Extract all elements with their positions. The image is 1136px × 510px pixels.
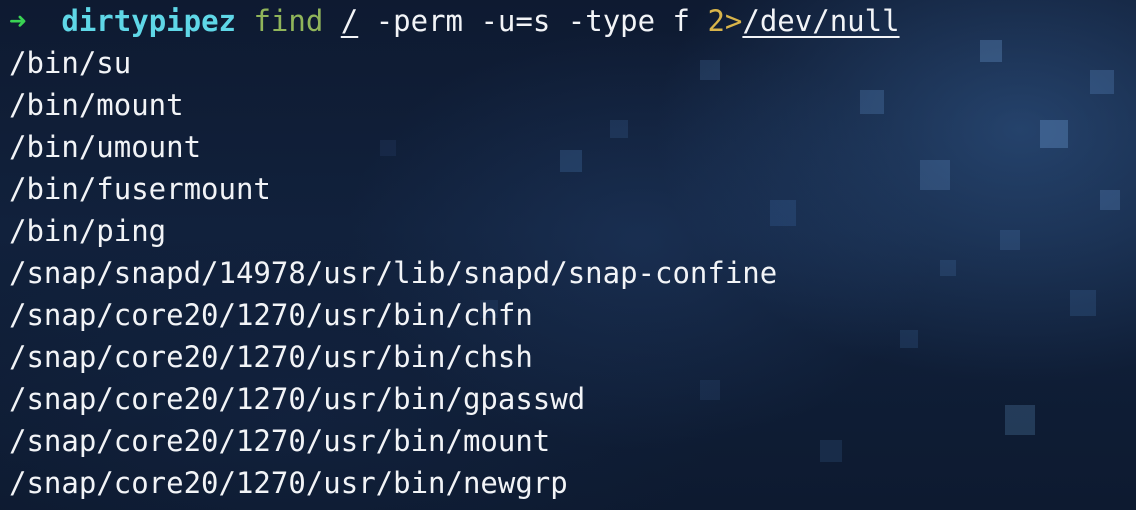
output-line: /snap/core20/1270/usr/bin/gpasswd: [9, 382, 586, 416]
command-path: /: [340, 4, 359, 38]
command-args: -perm -u=s -type f: [375, 4, 690, 38]
output-line: /bin/mount: [9, 88, 184, 122]
output-line: /bin/su: [9, 46, 132, 80]
output-line: /snap/snapd/14978/usr/lib/snapd/snap-con…: [9, 256, 778, 290]
output-line: /bin/fusermount: [9, 172, 271, 206]
terminal-content: ➜ dirtypipez find / -perm -u=s -type f 2…: [0, 0, 1136, 504]
output-line: /snap/core20/1270/usr/bin/newgrp: [9, 466, 568, 500]
output-line: /bin/umount: [9, 130, 202, 164]
output-line: /snap/core20/1270/usr/bin/chsh: [9, 340, 533, 374]
output-line: /snap/core20/1270/usr/bin/chfn: [9, 298, 533, 332]
command-redirect: 2>: [707, 4, 743, 38]
prompt-arrow-icon: ➜: [9, 4, 27, 38]
prompt-directory: dirtypipez: [61, 4, 236, 38]
command-redirect-target: /dev/null: [742, 4, 900, 38]
output-line: /bin/ping: [9, 214, 167, 248]
command-line: ➜ dirtypipez find / -perm -u=s -type f 2…: [9, 0, 1136, 42]
output-line: /snap/core20/1270/usr/bin/mount: [9, 424, 551, 458]
terminal-window[interactable]: ➜ dirtypipez find / -perm -u=s -type f 2…: [0, 0, 1136, 510]
command-program: find: [253, 4, 324, 38]
